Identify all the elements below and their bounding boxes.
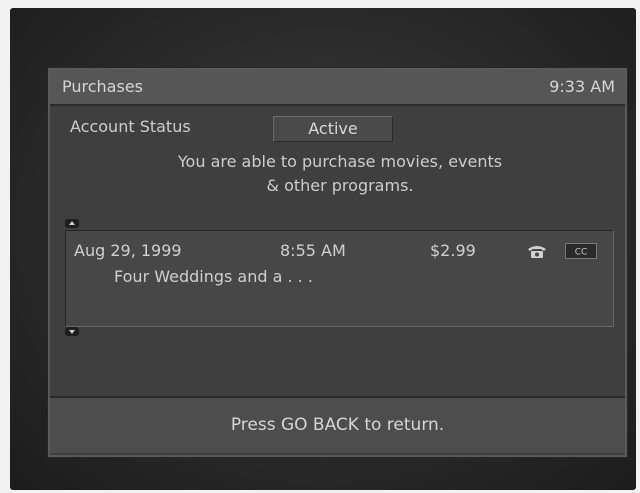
purchase-time: 8:55 AM [280, 241, 346, 260]
purchase-list: Aug 29, 1999 8:55 AM $2.99 CC Four Weddi [65, 230, 614, 327]
page-title: Purchases [62, 77, 143, 96]
purchase-price: $2.99 [430, 241, 476, 260]
account-message: You are able to purchase movies, events … [90, 150, 590, 198]
header-bar: Purchases 9:33 AM [50, 70, 625, 106]
svg-text:CC: CC [575, 248, 588, 258]
list-item[interactable]: Aug 29, 1999 8:55 AM $2.99 CC [74, 241, 605, 263]
scroll-down-arrow-icon[interactable] [65, 327, 79, 336]
phone-icon [526, 243, 548, 263]
footer-hint: Press GO BACK to return. [50, 396, 625, 453]
account-status-label: Account Status [70, 117, 191, 136]
account-status-badge: Active [273, 116, 393, 142]
purchase-date: Aug 29, 1999 [74, 241, 182, 260]
tv-screen: Purchases 9:33 AM Account Status Active … [10, 8, 636, 490]
account-message-line-2: & other programs. [266, 176, 414, 195]
closed-caption-icon: CC [565, 243, 597, 259]
purchase-title: Four Weddings and a . . . [114, 267, 313, 286]
purchases-panel: Purchases 9:33 AM Account Status Active … [48, 68, 627, 457]
scroll-up-arrow-icon[interactable] [65, 219, 79, 228]
clock: 9:33 AM [549, 77, 615, 96]
account-message-line-1: You are able to purchase movies, events [177, 152, 503, 171]
